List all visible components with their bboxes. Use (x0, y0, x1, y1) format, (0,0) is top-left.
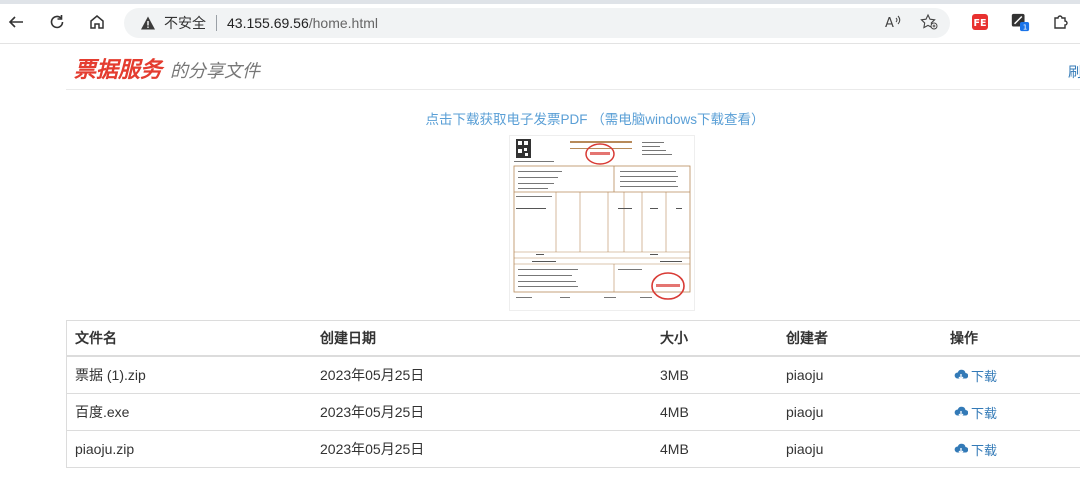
cloud-download-icon (954, 369, 968, 381)
svg-text:A: A (885, 16, 894, 31)
read-aloud-icon[interactable]: A (884, 13, 902, 36)
file-action-cell: 下载 (950, 430, 1080, 468)
file-creator: piaoju (786, 430, 950, 468)
download-button[interactable]: 下载 (950, 403, 997, 422)
reload-icon (50, 15, 64, 29)
cloud-download-icon (954, 406, 968, 418)
pdf-download-link[interactable]: 点击下载获取电子发票PDF （需电脑windows下载查看） (0, 108, 1080, 128)
file-date: 2023年05月25日 (320, 430, 660, 468)
reload-button[interactable] (45, 10, 69, 34)
file-action-cell: 下载 (950, 355, 1080, 394)
file-size: 4MB (660, 430, 786, 468)
file-action-cell: 下载 (950, 393, 1080, 431)
url-host: 43.155.69.56 (227, 15, 309, 31)
address-divider (216, 15, 217, 31)
download-label: 下载 (971, 442, 998, 458)
file-creator: piaoju (786, 355, 950, 394)
extension-badge-icon[interactable]: 1 (1010, 12, 1030, 32)
home-button[interactable] (85, 10, 109, 34)
svg-text:1: 1 (1023, 23, 1028, 32)
file-name: 票据 (1).zip (66, 355, 320, 394)
table-header-row: 文件名 创建日期 大小 创建者 操作 (66, 320, 1080, 357)
table-row: piaoju.zip 2023年05月25日 4MB piaoju 下载 (66, 430, 1080, 468)
column-header-filename[interactable]: 文件名 (66, 320, 320, 357)
qr-code-icon (516, 139, 531, 158)
back-button[interactable] (4, 10, 28, 34)
file-name: piaoju.zip (66, 430, 320, 468)
download-label: 下载 (971, 368, 998, 384)
download-button[interactable]: 下载 (950, 440, 997, 459)
download-label: 下载 (971, 405, 998, 421)
invoice-image[interactable] (509, 135, 695, 311)
add-favorite-icon[interactable] (920, 13, 938, 36)
table-row: 百度.exe 2023年05月25日 4MB piaoju 下载 (66, 393, 1080, 431)
tab-strip (0, 0, 1080, 4)
fe-extension-icon[interactable]: FE (970, 12, 990, 32)
header-divider (66, 89, 1080, 90)
cloud-download-icon (954, 443, 968, 455)
home-icon (90, 15, 104, 29)
file-date: 2023年05月25日 (320, 355, 660, 394)
back-arrow-icon (8, 16, 23, 28)
download-button[interactable]: 下载 (950, 366, 997, 385)
brand-title[interactable]: 票据服务 (74, 52, 162, 84)
url-text[interactable]: 43.155.69.56/home.html (227, 15, 378, 31)
url-path: /home.html (308, 15, 378, 31)
table-row: 票据 (1).zip 2023年05月25日 3MB piaoju 下载 (66, 355, 1080, 394)
browser-toolbar: 不安全 43.155.69.56/home.html A FE 1 (0, 0, 1080, 44)
page-header: 票据服务 的分享文件 (74, 52, 260, 86)
file-size: 4MB (660, 393, 786, 431)
column-header-creator[interactable]: 创建者 (786, 320, 950, 357)
toolbar-divider (0, 43, 1080, 44)
page-subtitle: 的分享文件 (170, 61, 261, 81)
column-header-action: 操作 (950, 320, 1080, 357)
warning-icon (140, 15, 156, 31)
extensions-puzzle-icon[interactable] (1050, 12, 1070, 32)
file-date: 2023年05月25日 (320, 393, 660, 431)
file-creator: piaoju (786, 393, 950, 431)
files-table: 文件名 创建日期 大小 创建者 操作 票据 (1).zip 2023年05月25… (66, 320, 1080, 468)
column-header-size[interactable]: 大小 (660, 320, 786, 357)
file-size: 3MB (660, 355, 786, 394)
address-bar[interactable]: 不安全 43.155.69.56/home.html A (124, 8, 950, 38)
svg-text:FE: FE (974, 18, 987, 29)
column-header-date[interactable]: 创建日期 (320, 320, 660, 357)
insecure-label[interactable]: 不安全 (164, 13, 206, 33)
refresh-link[interactable]: 刷 (1068, 62, 1080, 82)
file-name: 百度.exe (66, 393, 320, 431)
